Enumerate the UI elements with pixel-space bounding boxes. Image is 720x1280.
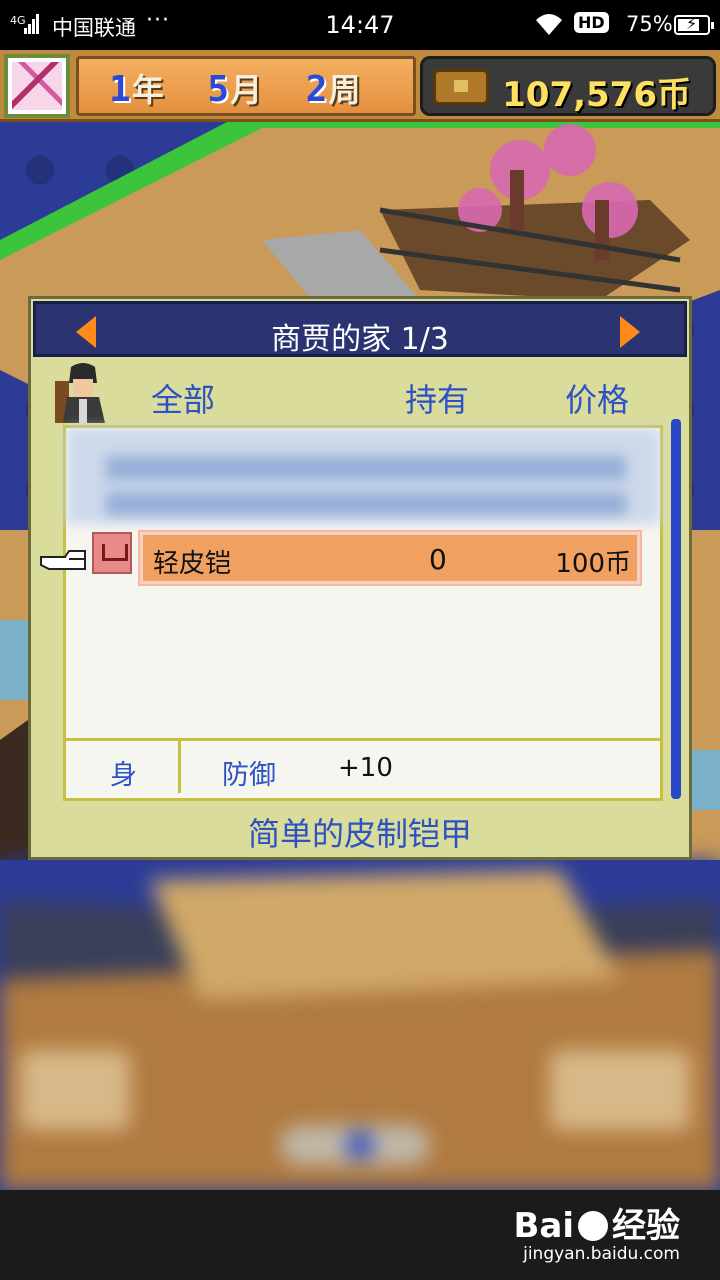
item-list[interactable]: 轻皮铠 0 100币 身 防御 +10 [63, 425, 663, 801]
item-held-count: 0 [429, 543, 447, 576]
shop-dialog: 商贾的家 1/3 全部 持有 价格 轻皮铠 0 100币 身 防御 +10 简单… [28, 296, 692, 860]
money-display: 107,576币 [420, 56, 716, 116]
blurred-overlay [0, 860, 720, 1190]
column-header-price: 价格 [565, 381, 630, 419]
watermark-logo: Bai 经验 [513, 1206, 680, 1246]
clock: 14:47 [325, 11, 395, 39]
week-unit: 周 [328, 71, 362, 109]
month-unit: 月 [230, 71, 264, 109]
pointing-hand-cursor-icon [40, 550, 86, 570]
armor-icon [92, 532, 132, 574]
week-number: 2 [305, 69, 329, 110]
top-hud: 1年 5月 2周 107,576币 [0, 50, 720, 122]
player-avatar-button[interactable] [4, 54, 70, 118]
battery-percent: 75% [626, 12, 673, 36]
status-bar: 4G 中国联通 ··· 14:47 HD 75% ⚡ [0, 0, 720, 50]
next-page-arrow-icon[interactable] [620, 316, 640, 348]
list-scrollbar[interactable] [671, 419, 681, 799]
item-stats: 身 防御 +10 [66, 738, 660, 793]
shop-title: 商贾的家 1/3 [271, 322, 449, 357]
shop-item-row[interactable]: 轻皮铠 0 100币 [140, 532, 640, 584]
charging-icon: ⚡ [686, 14, 698, 33]
column-header-held: 持有 [405, 381, 470, 419]
month-number: 5 [207, 69, 231, 110]
paw-icon [578, 1211, 608, 1241]
shop-title-bar: 商贾的家 1/3 [33, 301, 687, 357]
avatar-icon [12, 62, 62, 110]
bottom-bar: Bai 经验 jingyan.baidu.com [0, 1190, 720, 1280]
stat-label: 防御 [222, 760, 276, 791]
watermark-url: jingyan.baidu.com [523, 1244, 680, 1264]
treasure-chest-icon [433, 69, 489, 105]
year-unit: 年 [131, 71, 165, 109]
year-number: 1 [109, 69, 132, 110]
stats-divider [178, 741, 181, 793]
item-name: 轻皮铠 [153, 549, 232, 579]
wifi-icon [536, 14, 562, 35]
category-filter-tab[interactable]: 全部 [151, 375, 215, 421]
equip-slot: 身 [110, 760, 137, 791]
battery-icon: ⚡ [674, 14, 714, 35]
stat-value: +10 [338, 753, 393, 783]
game-date: 1年 5月 2周 [109, 65, 381, 111]
item-description: 简单的皮制铠甲 [247, 815, 472, 853]
money-amount: 107,576币 [502, 75, 691, 115]
merchant-portrait [55, 363, 105, 423]
hd-badge: HD [574, 12, 609, 33]
item-price: 100币 [555, 549, 631, 579]
blurred-item-rows [66, 428, 660, 524]
date-display: 1年 5月 2周 [76, 56, 416, 116]
